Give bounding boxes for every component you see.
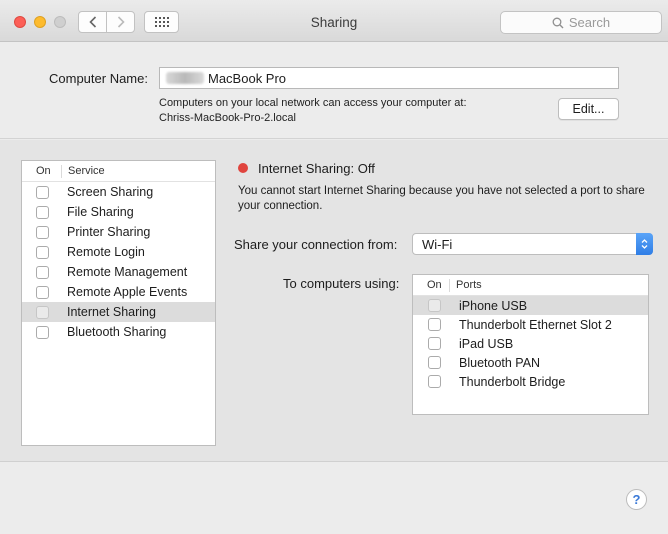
- service-checkbox[interactable]: [36, 305, 49, 319]
- port-row[interactable]: iPhone USB: [413, 296, 648, 315]
- redacted-name: [166, 72, 204, 84]
- service-label: File Sharing: [67, 205, 134, 219]
- port-row[interactable]: Bluetooth PAN: [413, 353, 648, 372]
- port-label: Thunderbolt Ethernet Slot 2: [459, 317, 612, 332]
- internet-sharing-status: Internet Sharing: Off: [258, 161, 375, 176]
- service-checkbox[interactable]: [36, 205, 49, 219]
- port-checkbox[interactable]: [428, 337, 441, 350]
- search-field[interactable]: Search: [500, 11, 662, 34]
- column-header-service[interactable]: Service: [62, 165, 105, 177]
- service-label: Printer Sharing: [67, 225, 151, 239]
- service-checkbox[interactable]: [36, 325, 49, 339]
- computer-name-value: MacBook Pro: [208, 70, 287, 86]
- share-from-value: Wi-Fi: [422, 236, 453, 252]
- service-row[interactable]: Printer Sharing: [22, 222, 215, 242]
- search-placeholder: Search: [568, 15, 611, 30]
- service-checkbox[interactable]: [36, 245, 49, 259]
- ports-list-header: On Ports: [413, 275, 648, 296]
- computer-name-field[interactable]: MacBook Pro: [159, 67, 619, 89]
- service-checkbox[interactable]: [36, 265, 49, 279]
- port-row[interactable]: iPad USB: [413, 334, 648, 353]
- service-label: Remote Management: [67, 265, 188, 279]
- popup-arrows-icon: [636, 233, 653, 255]
- service-row[interactable]: Internet Sharing: [22, 302, 215, 322]
- service-checkbox[interactable]: [36, 225, 49, 239]
- port-checkbox[interactable]: [428, 356, 441, 369]
- computer-name-label: Computer Name:: [49, 71, 148, 86]
- service-label: Internet Sharing: [67, 305, 156, 319]
- sharing-main-area: On Service Screen Sharing File Sharing Pri…: [0, 140, 668, 462]
- port-label: iPad USB: [459, 336, 514, 351]
- service-row[interactable]: Remote Apple Events: [22, 282, 215, 302]
- internet-sharing-message: You cannot start Internet Sharing becaus…: [238, 185, 645, 212]
- edit-button[interactable]: Edit...: [558, 98, 619, 120]
- share-from-popup[interactable]: Wi-Fi: [412, 233, 653, 255]
- port-label: Bluetooth PAN: [459, 355, 541, 370]
- service-list-header: On Service: [22, 161, 215, 182]
- port-label: iPhone USB: [459, 298, 528, 313]
- help-button[interactable]: ?: [626, 489, 647, 510]
- column-header-on[interactable]: On: [413, 278, 450, 292]
- network-note-line1: Computers on your local network can acce…: [159, 97, 467, 109]
- port-label: Thunderbolt Bridge: [459, 374, 566, 389]
- port-checkbox[interactable]: [428, 318, 441, 331]
- title-bar: Sharing Search: [0, 0, 668, 42]
- ports-list: On Ports iPhone USB Thunderbolt Ethernet …: [412, 274, 649, 415]
- service-label: Screen Sharing: [67, 185, 154, 199]
- port-row[interactable]: Thunderbolt Bridge: [413, 372, 648, 391]
- service-row[interactable]: Remote Management: [22, 262, 215, 282]
- column-header-on[interactable]: On: [22, 164, 62, 178]
- service-label: Remote Apple Events: [67, 285, 188, 299]
- service-row[interactable]: File Sharing: [22, 202, 215, 222]
- share-from-label: Share your connection from:: [234, 237, 398, 252]
- network-address-note: Computers on your local network can acce…: [159, 96, 467, 126]
- port-checkbox[interactable]: [428, 299, 441, 312]
- to-computers-label: To computers using:: [283, 276, 400, 291]
- service-label: Remote Login: [67, 245, 145, 259]
- service-row[interactable]: Bluetooth Sharing: [22, 322, 215, 342]
- network-hostname: Chriss-MacBook-Pro-2.local: [159, 112, 296, 124]
- service-row[interactable]: Remote Login: [22, 242, 215, 262]
- port-row[interactable]: Thunderbolt Ethernet Slot 2: [413, 315, 648, 334]
- computer-name-section: Computer Name: MacBook Pro Computers on …: [0, 43, 668, 139]
- service-list: On Service Screen Sharing File Sharing Pri…: [21, 160, 216, 446]
- search-icon: [552, 17, 564, 28]
- service-label: Bluetooth Sharing: [67, 325, 167, 339]
- port-checkbox[interactable]: [428, 375, 441, 388]
- service-checkbox[interactable]: [36, 185, 49, 199]
- column-header-ports[interactable]: Ports: [450, 279, 482, 291]
- service-row[interactable]: Screen Sharing: [22, 182, 215, 202]
- service-checkbox[interactable]: [36, 285, 49, 299]
- status-indicator-icon: [238, 163, 248, 173]
